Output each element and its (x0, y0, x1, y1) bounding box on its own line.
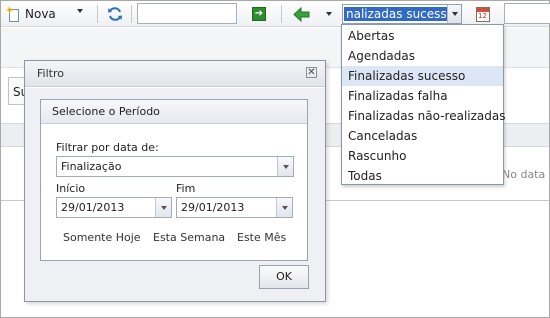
back-arrow-icon (292, 6, 309, 22)
only-today-link[interactable]: Somente Hoje (63, 231, 141, 244)
filter-dialog: Filtro ✕ Selecione o Período Filtrar por… (24, 60, 326, 302)
no-data-text: No data (502, 168, 546, 181)
back-button[interactable] (291, 3, 311, 25)
this-week-link[interactable]: Esta Semana (153, 231, 225, 244)
toolbar-separator (281, 5, 282, 23)
dropdown-item-todas[interactable]: Todas (342, 166, 503, 186)
ok-button[interactable]: OK (259, 265, 309, 289)
end-date-field[interactable]: 29/01/2013 (176, 197, 293, 218)
dialog-titlebar[interactable]: Filtro ✕ (25, 61, 325, 87)
period-select-value: nalizadas sucesso (344, 7, 447, 21)
start-date-field[interactable]: 29/01/2013 (56, 197, 172, 218)
dropdown-item-finalizadas-sucesso[interactable]: Finalizadas sucesso (342, 66, 503, 86)
new-button[interactable]: ✦ Nova (5, 3, 97, 25)
new-dropdown-arrow-icon[interactable] (77, 9, 83, 13)
search-input[interactable] (137, 3, 237, 24)
close-icon[interactable]: ✕ (306, 67, 317, 78)
refresh-button[interactable] (105, 3, 125, 25)
this-month-link[interactable]: Este Mês (237, 231, 286, 244)
calendar-icon: 12 (476, 6, 490, 22)
end-date-value: 29/01/2013 (181, 201, 245, 214)
dropdown-item-rascunho[interactable]: Rascunho (342, 146, 503, 166)
chevron-down-icon[interactable] (277, 157, 293, 176)
start-date-value: 29/01/2013 (61, 201, 125, 214)
filter-by-select[interactable]: Finalização (56, 156, 294, 177)
arrow-right-icon: ➔ (252, 7, 266, 21)
filter-by-label: Filtrar por data de: (56, 141, 159, 154)
period-select[interactable]: nalizadas sucesso (342, 4, 462, 24)
dropdown-item-abertas[interactable]: Abertas (342, 26, 503, 46)
dropdown-item-canceladas[interactable]: Canceladas (342, 126, 503, 146)
dropdown-item-agendadas[interactable]: Agendadas (342, 46, 503, 66)
calendar-button[interactable]: 12 (474, 3, 492, 25)
new-document-icon: ✦ (5, 4, 21, 22)
chevron-down-icon[interactable] (447, 5, 461, 23)
refresh-icon (108, 7, 122, 21)
dialog-body: Selecione o Período Filtrar por data de:… (25, 88, 325, 301)
dialog-title: Filtro (37, 67, 64, 80)
filter-by-value: Finalização (61, 160, 122, 173)
toolbar-right-input[interactable] (504, 3, 550, 24)
period-group-title: Selecione o Período (41, 100, 307, 124)
toolbar-separator (131, 5, 132, 23)
chevron-down-icon[interactable] (155, 198, 171, 217)
dropdown-item-finalizadas-falha[interactable]: Finalizadas falha (342, 86, 503, 106)
end-label: Fim (176, 182, 196, 195)
period-group: Selecione o Período Filtrar por data de:… (40, 99, 308, 261)
toolbar-separator (97, 5, 98, 23)
period-dropdown-list: Abertas Agendadas Finalizadas sucesso Fi… (341, 24, 505, 186)
go-button[interactable]: ➔ (250, 3, 268, 25)
chevron-down-icon[interactable] (276, 198, 292, 217)
dropdown-item-finalizadas-nao-realizadas[interactable]: Finalizadas não-realizadas (342, 106, 505, 126)
start-label: Início (56, 182, 86, 195)
history-dropdown-arrow-icon[interactable] (326, 12, 332, 16)
new-button-label: Nova (25, 7, 56, 21)
